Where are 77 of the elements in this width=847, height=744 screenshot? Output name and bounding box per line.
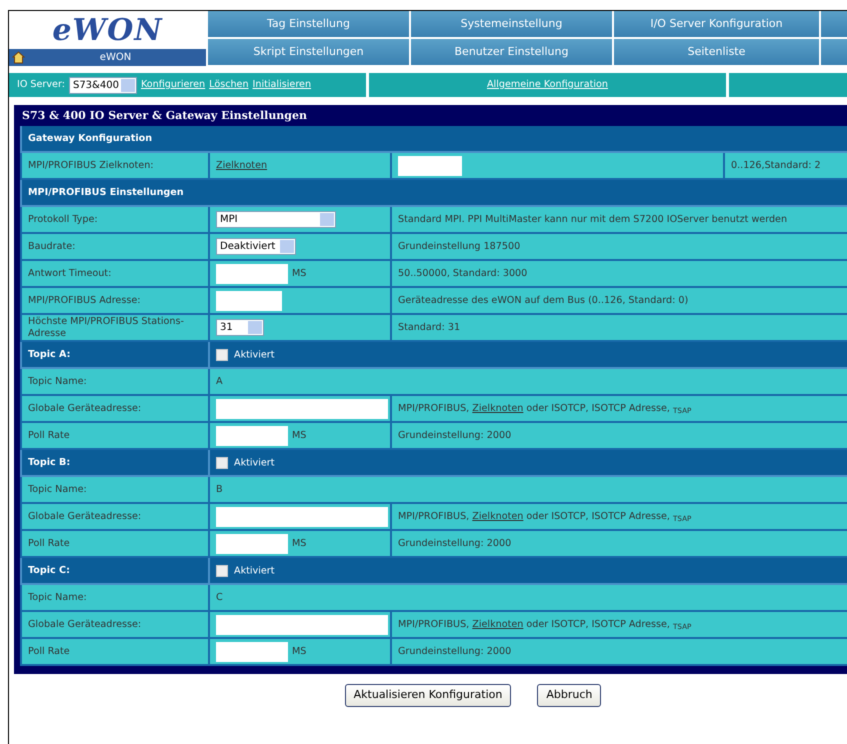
text-field[interactable] bbox=[216, 398, 388, 418]
field-label: MPI/PROFIBUS Adresse: bbox=[20, 288, 210, 315]
unit-label: MS bbox=[292, 268, 306, 279]
form-button[interactable]: Abbruch bbox=[537, 684, 602, 706]
text-field[interactable] bbox=[398, 156, 462, 176]
hint-text: 50..50000, Standard: 3000 bbox=[392, 261, 847, 288]
field-label: Höchste MPI/PROFIBUS Stations-Adresse bbox=[20, 315, 210, 342]
hint-text: Geräteadresse des eWON auf dem Bus (0..126, Standard: 0) bbox=[392, 288, 847, 315]
section-header: Topic B: bbox=[20, 450, 210, 477]
field-label: Topic Name: bbox=[20, 477, 210, 504]
form-button[interactable]: Aktualisieren Konfiguration bbox=[344, 684, 512, 706]
nav-tab[interactable] bbox=[821, 11, 847, 37]
field-label: Poll Rate bbox=[20, 423, 210, 450]
hint-text: Grundeinstellung: 2000 bbox=[392, 423, 847, 450]
field-label: Globale Geräteadresse: bbox=[20, 612, 210, 639]
text-field[interactable] bbox=[216, 534, 288, 554]
checkbox-label: Aktiviert bbox=[234, 349, 274, 360]
text-field[interactable] bbox=[216, 290, 282, 310]
section-header: Topic C: bbox=[20, 558, 210, 585]
checkbox-label: Aktiviert bbox=[234, 457, 274, 468]
unit-label: MS bbox=[292, 430, 306, 441]
text-field[interactable] bbox=[216, 506, 388, 526]
section-header: Gateway Konfiguration bbox=[20, 126, 847, 153]
section-header: Topic A: bbox=[20, 342, 210, 369]
hint-text: Grundeinstellung 187500 bbox=[392, 234, 847, 261]
nav-tab[interactable]: Skript Einstellungen bbox=[208, 39, 409, 65]
logo: eWON bbox=[52, 12, 163, 48]
field-label: Topic Name: bbox=[20, 585, 210, 612]
text-field[interactable] bbox=[216, 264, 288, 284]
hint-text: 0..126,Standard: 2 bbox=[725, 153, 847, 180]
field-label: Globale Geräteadresse: bbox=[20, 396, 210, 423]
io-server-select[interactable]: S73&400 bbox=[68, 76, 137, 94]
node-link[interactable]: Zielknoten bbox=[472, 510, 524, 522]
hint-text: Grundeinstellung: 2000 bbox=[392, 639, 847, 666]
field-label: Protokoll Type: bbox=[20, 207, 210, 234]
field-value: B bbox=[210, 477, 847, 504]
hint-text: Standard: 31 bbox=[392, 315, 847, 342]
enable-checkbox[interactable] bbox=[216, 456, 228, 468]
io-server-label: IO Server: bbox=[17, 78, 65, 92]
text-field[interactable] bbox=[216, 642, 288, 662]
field-label: Baudrate: bbox=[20, 234, 210, 261]
field-value: A bbox=[210, 369, 847, 396]
nav-tab[interactable]: Tag Einstellung bbox=[208, 11, 409, 37]
enable-checkbox[interactable] bbox=[216, 564, 228, 576]
device-name: eWON bbox=[100, 51, 132, 65]
dropdown[interactable]: Deaktiviert bbox=[216, 238, 296, 255]
text-field[interactable] bbox=[216, 614, 388, 634]
panel-title: S73 & 400 IO Server & Gateway Einstellungen bbox=[21, 108, 308, 124]
hint-text: MPI/PROFIBUS, Zielknoten oder ISOTCP, ISOTCP Adresse, $_{TSAP}$ bbox=[398, 402, 692, 414]
hint-text: MPI/PROFIBUS, Zielknoten oder ISOTCP, ISOTCP Adresse, $_{TSAP}$ bbox=[398, 618, 692, 630]
hint-text: Standard MPI. PPI MultiMaster kann nur mit dem S7200 IOServer benutzt werden bbox=[392, 207, 847, 234]
nav-tab[interactable]: Systemeinstellung bbox=[411, 11, 612, 37]
node-link[interactable]: Zielknoten bbox=[472, 402, 524, 414]
hint-text: MPI/PROFIBUS, Zielknoten oder ISOTCP, ISOTCP Adresse, $_{TSAP}$ bbox=[398, 510, 692, 522]
checkbox-label: Aktiviert bbox=[234, 565, 274, 576]
section-header: MPI/PROFIBUS Einstellungen bbox=[20, 180, 847, 207]
hint-text: Grundeinstellung: 2000 bbox=[392, 531, 847, 558]
nav-tab[interactable]: I/O Server Konfiguration bbox=[614, 11, 819, 37]
field-value: C bbox=[210, 585, 847, 612]
enable-checkbox[interactable] bbox=[216, 348, 228, 360]
home-icon[interactable] bbox=[12, 51, 25, 64]
field-label: Topic Name: bbox=[20, 369, 210, 396]
field-label: Poll Rate bbox=[20, 639, 210, 666]
field-label: Globale Geräteadresse: bbox=[20, 504, 210, 531]
text-field[interactable] bbox=[216, 426, 288, 446]
nav-tab[interactable]: Seitenliste bbox=[614, 39, 819, 65]
unit-label: MS bbox=[292, 646, 306, 657]
node-link[interactable]: Zielknoten bbox=[216, 160, 268, 171]
field-label: MPI/PROFIBUS Zielknoten: bbox=[20, 153, 210, 180]
nav-tab[interactable]: Benutzer Einstellung bbox=[411, 39, 612, 65]
unit-label: MS bbox=[292, 538, 306, 549]
field-label: Antwort Timeout: bbox=[20, 261, 210, 288]
field-label: Poll Rate bbox=[20, 531, 210, 558]
node-link[interactable]: Zielknoten bbox=[472, 618, 524, 630]
nav-tab[interactable] bbox=[821, 39, 847, 65]
dropdown[interactable]: 31 bbox=[216, 319, 264, 336]
dropdown[interactable]: MPI bbox=[216, 211, 336, 228]
